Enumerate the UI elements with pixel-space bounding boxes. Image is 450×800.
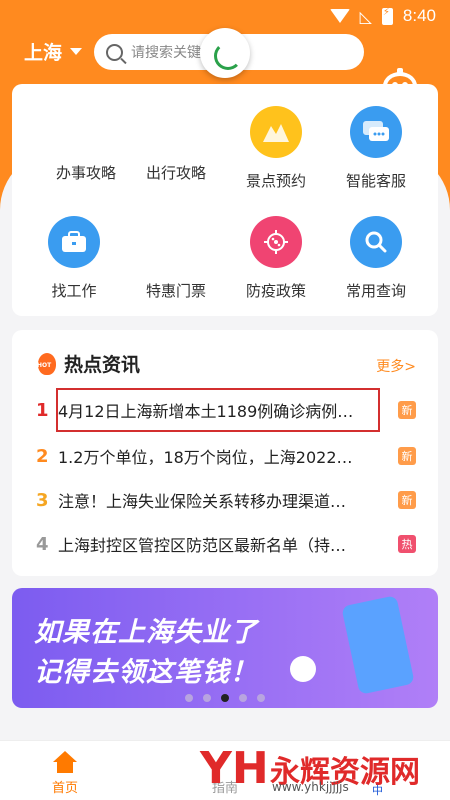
news-rank: 3 <box>36 489 49 511</box>
carousel-dot[interactable] <box>257 694 265 702</box>
chat-icon <box>350 106 402 158</box>
mountain-icon <box>250 106 302 158</box>
tap-hand-icon <box>290 656 316 682</box>
new-badge: 新 <box>398 401 416 419</box>
service-label: 特惠门票 <box>145 282 206 300</box>
service-item-scenic-booking[interactable]: 景点预约 <box>226 106 326 191</box>
search-placeholder: 请搜索关键 <box>131 45 201 61</box>
phone-illustration <box>341 595 415 695</box>
new-badge: 新 <box>398 447 416 465</box>
banner-headline-2: 记得去领这笔钱！ <box>34 657 258 688</box>
news-item-4[interactable]: 4 上海封控区管控区防范区最新名单（持… 热 <box>12 524 438 564</box>
carousel-dot-active[interactable] <box>221 694 229 702</box>
service-item-common-query[interactable]: 常用查询 <box>326 216 426 301</box>
city-label: 上海 <box>24 42 63 64</box>
news-title: 注意！上海失业保险关系转移办理渠道… <box>58 492 347 511</box>
news-rank: 4 <box>36 533 49 555</box>
briefcase-icon <box>48 216 100 268</box>
corner-badge: 中 <box>372 784 383 797</box>
service-item-guide[interactable]: 办事攻略 <box>36 162 136 183</box>
hot-news-title: 热点资讯 <box>64 354 141 376</box>
nav-home[interactable]: 首页 <box>52 751 78 796</box>
carousel-indicators <box>0 694 450 702</box>
hot-news-card: 热点资讯 更多> 1 4月12日上海新增本土1189例确诊病例… 新 2 1.2… <box>12 330 438 576</box>
news-title: 上海封控区管控区防范区最新名单（持… <box>58 536 347 555</box>
new-badge: 新 <box>398 491 416 509</box>
carousel-dot[interactable] <box>203 694 211 702</box>
virus-icon <box>250 216 302 268</box>
news-item-3[interactable]: 3 注意！上海失业保险关系转移办理渠道… 新 <box>12 480 438 520</box>
search-icon <box>106 43 123 61</box>
hot-news-header: 热点资讯 <box>37 350 141 377</box>
service-label: 办事攻略 <box>55 164 116 182</box>
wifi-icon <box>329 9 350 23</box>
status-time: 8:40 <box>402 6 436 25</box>
service-item-epidemic-policy[interactable]: 防疫政策 <box>226 216 326 301</box>
service-label: 智能客服 <box>345 172 406 190</box>
loading-spinner <box>200 28 250 78</box>
service-label: 常用查询 <box>345 282 406 300</box>
nav-label: 首页 <box>52 781 79 796</box>
news-item-1[interactable]: 1 4月12日上海新增本土1189例确诊病例… 新 <box>12 390 438 430</box>
service-item-travel[interactable]: 出行攻略 <box>126 162 226 183</box>
watermark-url: www.yhkjjjjjs <box>272 780 349 794</box>
promo-banner[interactable]: 如果在上海失业了 记得去领这笔钱！ <box>12 588 438 708</box>
carousel-dot[interactable] <box>239 694 247 702</box>
service-item-discount-tickets[interactable]: 特惠门票 <box>126 280 226 301</box>
services-grid: 办事攻略 出行攻略 景点预约 智能客服 找工作 特惠门票 防疫政策 常用查询 <box>12 84 438 316</box>
service-item-customer-service[interactable]: 智能客服 <box>326 106 426 191</box>
search-icon <box>350 216 402 268</box>
no-signal-icon: ◺ <box>359 6 372 26</box>
service-label: 防疫政策 <box>245 282 306 300</box>
service-label: 景点预约 <box>245 172 306 190</box>
hot-badge: 热 <box>398 535 416 553</box>
service-label: 找工作 <box>51 282 97 300</box>
carousel-dot[interactable] <box>185 694 193 702</box>
watermark-logo-icon: YH <box>200 743 269 794</box>
battery-charging-icon <box>381 7 393 25</box>
news-title: 1.2万个单位，18万个岗位，上海2022… <box>58 448 353 467</box>
news-title: 4月12日上海新增本土1189例确诊病例… <box>58 402 354 421</box>
news-rank: 2 <box>36 445 49 467</box>
service-item-find-job[interactable]: 找工作 <box>24 216 124 301</box>
banner-headline-1: 如果在上海失业了 <box>34 617 258 648</box>
service-label: 出行攻略 <box>145 164 206 182</box>
news-item-2[interactable]: 2 1.2万个单位，18万个岗位，上海2022… 新 <box>12 436 438 476</box>
news-rank: 1 <box>36 399 49 421</box>
flame-icon <box>37 352 56 375</box>
home-icon <box>53 751 77 773</box>
more-link[interactable]: 更多> <box>376 356 416 376</box>
city-selector[interactable]: 上海 <box>24 38 83 65</box>
chevron-down-icon <box>70 48 83 55</box>
